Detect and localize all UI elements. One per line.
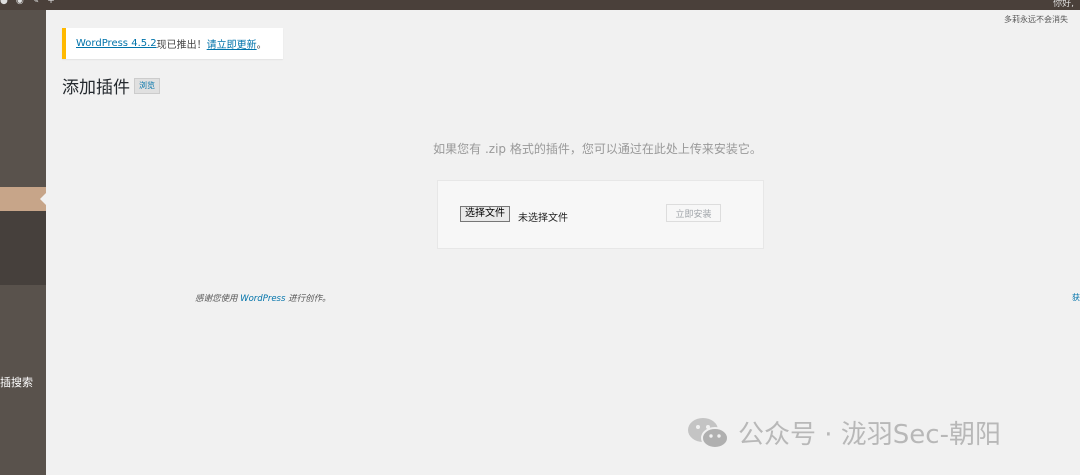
comments-icon[interactable]: ✎ [32, 0, 40, 6]
wp-admin-screen: ● ◉ ✎ + 你好, 插搜索 多莉永远不会消失 WordPress 4.5.2… [0, 0, 1080, 475]
screen-note: 多莉永远不会消失 [1004, 15, 1068, 24]
admin-bar-items: ● ◉ ✎ + [0, 0, 55, 6]
wp-logo-icon[interactable]: ● [0, 0, 8, 6]
admin-bar: ● ◉ ✎ + 你好, [0, 0, 1080, 10]
sidebar-item-search[interactable]: 插搜索 [0, 374, 33, 390]
footer-prefix: 感谢您使用 [195, 294, 241, 304]
update-now-link[interactable]: 请立即更新 [207, 36, 257, 51]
notice-text: 现已推出！ [156, 40, 207, 51]
choose-file-button[interactable]: 选择文件 [460, 206, 510, 222]
current-menu-arrow-icon [40, 193, 46, 205]
wechat-icon [688, 417, 729, 449]
browse-button[interactable]: 浏览 [134, 77, 160, 94]
update-notice: WordPress 4.5.2 现已推出！ 请立即更新 。 [62, 28, 283, 59]
upload-plugin-form: 选择文件 未选择文件 立即安装 [437, 180, 764, 249]
wordpress-version-link[interactable]: WordPress 4.5.2 [76, 38, 157, 49]
sidebar-submenu [0, 211, 46, 285]
footer-version-link[interactable]: 获 [1072, 292, 1080, 303]
install-now-button[interactable]: 立即安装 [666, 204, 721, 222]
admin-sidebar: 插搜索 [0, 10, 46, 475]
upload-help-text: 如果您有 .zip 格式的插件，您可以通过在此处上传来安装它。 [433, 142, 762, 156]
file-status: 未选择文件 [518, 213, 568, 224]
home-icon[interactable]: ◉ [16, 0, 24, 6]
page-title-area: 添加插件 浏览 [62, 73, 160, 98]
footer-wordpress-link[interactable]: WordPress [240, 294, 285, 304]
watermark-text: 公众号 · 泷羽Sec-朝阳 [738, 420, 1001, 450]
account-greeting[interactable]: 你好, [1053, 0, 1074, 9]
footer-suffix: 进行创作。 [285, 294, 331, 304]
notice-end: 。 [256, 40, 267, 51]
footer-thanks: 感谢您使用 WordPress 进行创作。 [195, 292, 331, 304]
new-content-icon[interactable]: + [47, 0, 55, 6]
watermark: 公众号 · 泷羽Sec-朝阳 [686, 414, 1001, 451]
page-title: 添加插件 [62, 78, 130, 98]
